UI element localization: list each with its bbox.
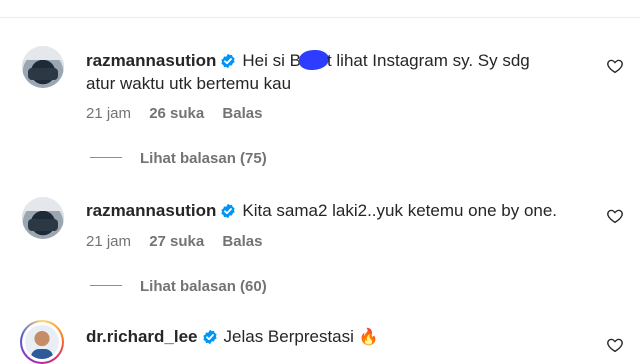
reply-divider xyxy=(90,285,122,286)
top-divider xyxy=(0,17,640,18)
comment-line: razmannasution Kita sama2 laki2..yuk kete… xyxy=(86,200,557,222)
comment-meta: 21 jam 27 suka Balas xyxy=(86,233,276,250)
avatar xyxy=(25,325,59,359)
avatar-story-ring[interactable] xyxy=(20,320,64,364)
reply-button[interactable]: Balas xyxy=(222,233,262,250)
redaction-mark xyxy=(298,50,329,70)
timestamp: 21 jam xyxy=(86,233,132,250)
view-replies-button[interactable]: Lihat balasan (60) xyxy=(90,278,267,295)
likes-count[interactable]: 26 suka xyxy=(149,105,204,122)
reply-button[interactable]: Balas xyxy=(222,105,262,122)
comment-text-line2: atur waktu utk bertemu kau xyxy=(86,74,292,93)
verified-badge-icon xyxy=(221,203,235,219)
comment-line: razmannasution Hei si B t lihat Instagram … xyxy=(86,50,530,72)
comment-text: Kita sama2 laki2..yuk ketemu one by one. xyxy=(242,201,558,220)
avatar[interactable] xyxy=(22,46,64,88)
username[interactable]: razmannasution xyxy=(86,51,216,70)
username[interactable]: dr.richard_lee xyxy=(86,327,198,346)
username[interactable]: razmannasution xyxy=(86,201,216,220)
reply-divider xyxy=(90,157,122,158)
timestamp: 21 jam xyxy=(86,105,132,122)
comment-meta: 21 jam 26 suka Balas xyxy=(86,105,276,122)
comment-text: Hei si B xyxy=(242,51,301,70)
verified-badge-icon xyxy=(202,329,217,345)
heart-icon[interactable] xyxy=(606,336,624,354)
comment-text: Jelas Berprestasi xyxy=(223,327,354,346)
verified-badge-icon xyxy=(221,53,235,69)
fire-emoji-icon: 🔥 xyxy=(358,327,379,346)
comment-line: dr.richard_lee Jelas Berprestasi 🔥 xyxy=(86,326,379,348)
view-replies-label: Lihat balasan (75) xyxy=(140,150,267,167)
comment-text: t lihat Instagram sy. Sy sdg xyxy=(326,51,530,70)
likes-count[interactable]: 27 suka xyxy=(149,233,204,250)
view-replies-label: Lihat balasan (60) xyxy=(140,278,267,295)
heart-icon[interactable] xyxy=(606,57,624,75)
view-replies-button[interactable]: Lihat balasan (75) xyxy=(90,150,267,167)
heart-icon[interactable] xyxy=(606,207,624,225)
avatar[interactable] xyxy=(22,197,64,239)
